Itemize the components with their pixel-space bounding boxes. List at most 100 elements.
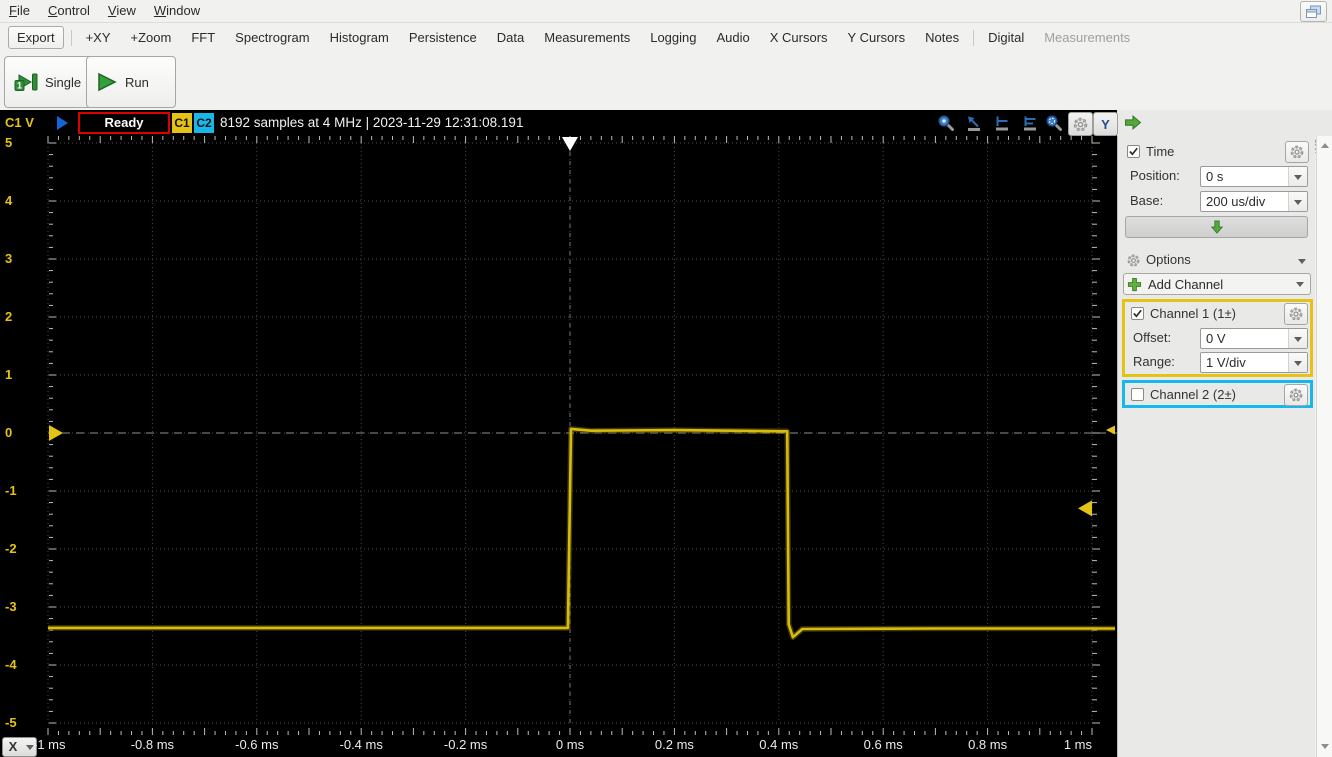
menu-control[interactable]: Control xyxy=(39,0,99,22)
measurements-button[interactable]: Measurements xyxy=(534,27,640,48)
plus-icon xyxy=(1127,277,1142,292)
channel1-offset-value: 0 V xyxy=(1201,331,1288,346)
measure-set-icon[interactable] xyxy=(1020,114,1040,132)
view-toolbar: Export +XY +Zoom FFT Spectrogram Histogr… xyxy=(0,23,1332,53)
y-axis-label: -3 xyxy=(5,598,39,616)
y-axis-label: 2 xyxy=(5,308,39,326)
add-channel-button[interactable]: Add Channel xyxy=(1123,273,1311,295)
dropdown-arrow-icon[interactable] xyxy=(1288,353,1307,372)
time-panel-label: Time xyxy=(1146,142,1174,162)
single-button-label: Single xyxy=(45,75,81,90)
dropdown-arrow-icon[interactable] xyxy=(1288,329,1307,348)
dropdown-arrow-icon[interactable] xyxy=(1288,167,1307,186)
measure-icon[interactable] xyxy=(992,114,1012,132)
run-button-label: Run xyxy=(125,75,149,90)
restore-window-button[interactable] xyxy=(1300,1,1327,22)
tab-channel1[interactable]: C1 xyxy=(172,113,192,133)
persistence-button[interactable]: Persistence xyxy=(399,27,487,48)
zoom-reset-icon[interactable] xyxy=(1044,114,1064,132)
y-axis-label: 0 xyxy=(5,424,39,442)
x-axis-label: 0 ms xyxy=(556,737,584,752)
x-axis-bar: X -1 ms-0.8 ms-0.6 ms-0.4 ms-0.2 ms0 ms0… xyxy=(0,735,1117,757)
x-axis-label: -0.8 ms xyxy=(131,737,174,752)
waveforms-scope-window: File Control View Window Export +XY +Zoo… xyxy=(0,0,1332,757)
y-axis-label: -5 xyxy=(5,714,39,732)
measurements-disabled-button: Measurements xyxy=(1034,27,1140,48)
channel2-settings-gear-icon[interactable] xyxy=(1284,384,1308,406)
y-axis-label: -2 xyxy=(5,540,39,558)
time-settings-gear-icon[interactable] xyxy=(1285,141,1309,163)
scope-sidebar: Time Position: 0 s Base: 200 us/div Opti… xyxy=(1117,136,1315,757)
channel1-trace xyxy=(48,429,1115,637)
channel1-checkbox[interactable] xyxy=(1131,307,1144,320)
x-axis-label: 0.6 ms xyxy=(864,737,903,752)
scroll-up-icon[interactable] xyxy=(1318,138,1331,151)
zoom-in-icon[interactable] xyxy=(936,114,956,132)
tab-channel2[interactable]: C2 xyxy=(194,113,214,133)
scope-status-bar: C1 V Ready C1 C2 8192 samples at 4 MHz |… xyxy=(0,110,1332,136)
y-cursors-button[interactable]: Y Cursors xyxy=(838,27,916,48)
spectrogram-button[interactable]: Spectrogram xyxy=(225,27,319,48)
channel1-offset-select[interactable]: 0 V xyxy=(1200,328,1308,349)
options-dropdown-icon[interactable] xyxy=(1298,254,1306,268)
time-position-select[interactable]: 0 s xyxy=(1200,166,1308,187)
options-gear-icon xyxy=(1126,253,1141,268)
expand-chevron-icon[interactable] xyxy=(57,116,75,130)
add-zoom-button[interactable]: +Zoom xyxy=(121,27,182,48)
logging-button[interactable]: Logging xyxy=(640,27,706,48)
channel1-offset-marker xyxy=(49,425,63,441)
dropdown-arrow-icon[interactable] xyxy=(1296,277,1304,291)
single-icon: 1 xyxy=(13,71,39,93)
add-xy-button[interactable]: +XY xyxy=(76,27,121,48)
x-axis-label: 0.4 ms xyxy=(759,737,798,752)
digital-button[interactable]: Digital xyxy=(978,27,1034,48)
oscilloscope-plot-area[interactable]: 543210-1-2-3-4-5 xyxy=(0,136,1117,735)
menu-bar: File Control View Window xyxy=(0,0,1332,23)
time-base-label: Base: xyxy=(1130,191,1163,211)
histogram-button[interactable]: Histogram xyxy=(320,27,399,48)
scroll-down-icon[interactable] xyxy=(1318,740,1331,753)
plot-settings-gear-button[interactable] xyxy=(1068,112,1093,136)
time-panel-collapse-button[interactable] xyxy=(1125,216,1308,238)
time-base-select[interactable]: 200 us/div xyxy=(1200,191,1308,212)
dropdown-arrow-icon[interactable] xyxy=(1288,192,1307,211)
fft-button[interactable]: FFT xyxy=(181,27,225,48)
time-checkbox[interactable] xyxy=(1127,145,1140,158)
channel2-checkbox[interactable] xyxy=(1131,388,1144,401)
offset-right-ruler-marker xyxy=(1106,426,1115,435)
separator xyxy=(71,30,72,46)
add-channel-label: Add Channel xyxy=(1148,277,1223,292)
acquisition-info: 8192 samples at 4 MHz | 2023-11-29 12:31… xyxy=(220,110,523,136)
channel1-range-label: Range: xyxy=(1133,352,1175,372)
trigger-toolbar: 1 Single Run Mode: Repeated Auto xyxy=(0,52,1332,111)
y-axis-label: 3 xyxy=(5,250,39,268)
separator xyxy=(973,30,974,46)
x-axis-button[interactable]: X xyxy=(2,737,24,757)
options-label[interactable]: Options xyxy=(1146,250,1191,270)
channel-axis-label[interactable]: C1 V xyxy=(5,110,34,136)
channel1-group: Channel 1 (1±) Offset: 0 V Range: 1 V/di… xyxy=(1122,299,1313,377)
sidebar-scrollbar[interactable] xyxy=(1316,136,1332,757)
y-axis-label: 5 xyxy=(5,134,39,152)
green-right-arrow-icon[interactable] xyxy=(1124,114,1142,131)
menu-window[interactable]: Window xyxy=(145,0,209,22)
y-axis-label: -4 xyxy=(5,656,39,674)
data-button[interactable]: Data xyxy=(487,27,534,48)
time-position-label: Position: xyxy=(1130,166,1180,186)
pointer-icon[interactable] xyxy=(964,114,984,132)
channel1-settings-gear-icon[interactable] xyxy=(1284,303,1308,325)
y-axis-label: -1 xyxy=(5,482,39,500)
channel1-range-select[interactable]: 1 V/div xyxy=(1200,352,1308,373)
menu-view[interactable]: View xyxy=(99,0,145,22)
channel1-range-value: 1 V/div xyxy=(1201,355,1288,370)
run-button[interactable]: Run xyxy=(86,56,176,108)
y-axis-button[interactable]: Y xyxy=(1093,112,1118,136)
single-button[interactable]: 1 Single xyxy=(4,56,98,108)
x-cursors-button[interactable]: X Cursors xyxy=(760,27,838,48)
oscilloscope-plot[interactable] xyxy=(0,136,1117,735)
x-axis-label: -0.4 ms xyxy=(340,737,383,752)
audio-button[interactable]: Audio xyxy=(707,27,760,48)
menu-file[interactable]: File xyxy=(0,0,39,22)
notes-button[interactable]: Notes xyxy=(915,27,969,48)
export-button[interactable]: Export xyxy=(8,26,64,49)
